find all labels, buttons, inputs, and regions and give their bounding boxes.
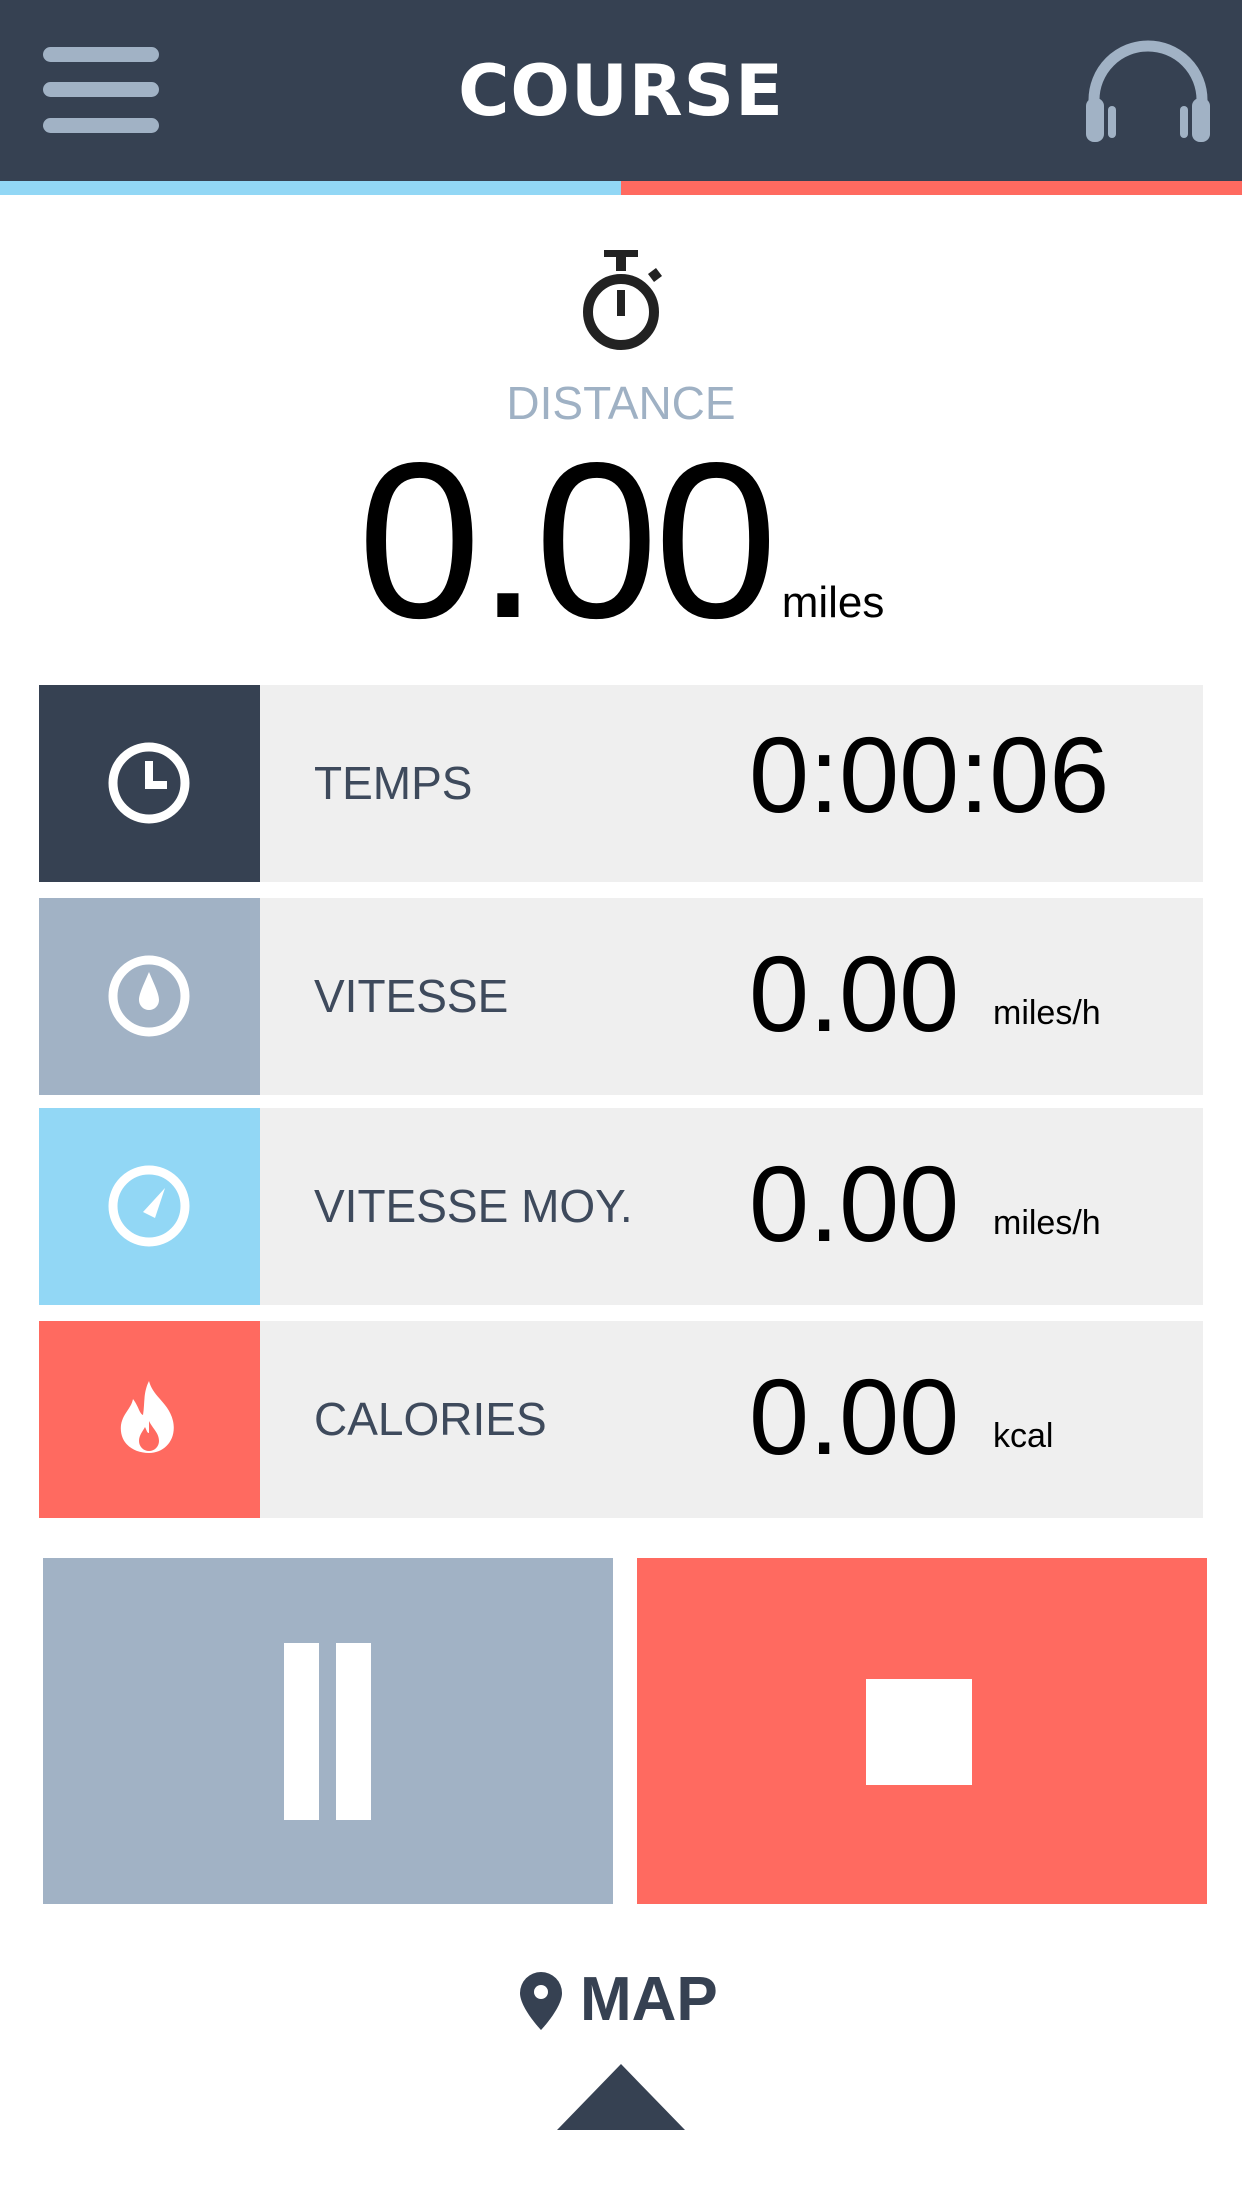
stat-value: 0.00 [749, 1143, 960, 1264]
session-progress-bar [0, 181, 1242, 195]
stat-label: VITESSE [314, 970, 509, 1022]
audio-button[interactable] [1080, 38, 1216, 146]
stat-icon-box [39, 1108, 260, 1305]
stop-icon [866, 1679, 972, 1785]
stat-label: TEMPS [314, 757, 473, 809]
stat-unit: miles/h [993, 1204, 1101, 1242]
stopwatch-icon [583, 250, 662, 350]
distance-unit: miles [781, 578, 885, 627]
droplet-icon [108, 955, 190, 1037]
stat-icon-box [39, 898, 260, 1095]
stat-label: CALORIES [314, 1393, 547, 1445]
headphones-icon [1086, 40, 1210, 142]
chevron-up-icon[interactable] [557, 2064, 685, 2130]
distance-readout: 0.00 miles [0, 430, 1242, 652]
map-label: MAP [580, 1965, 718, 2034]
pause-icon-bar [336, 1643, 371, 1820]
stat-label: VITESSE MOY. [314, 1180, 633, 1232]
stat-value: 0.00 [749, 1356, 960, 1477]
pause-button[interactable] [43, 1558, 613, 1904]
stat-unit: kcal [993, 1417, 1054, 1455]
location-pin-icon [520, 1972, 562, 2030]
page-title: COURSE [458, 50, 784, 132]
stat-icon-box [39, 685, 260, 882]
stat-value: 0.00 [749, 933, 960, 1054]
stat-unit: miles/h [993, 994, 1101, 1032]
pause-icon-bar [284, 1643, 319, 1820]
stat-row-calories: CALORIES 0.00 kcal [39, 1321, 1203, 1518]
stat-row-average-speed: VITESSE MOY. 0.00 miles/h [39, 1108, 1203, 1305]
flame-icon [120, 1381, 174, 1453]
stat-icon-box [39, 1321, 260, 1518]
stat-value: 0:00:06 [749, 714, 1110, 835]
top-bar: COURSE [0, 0, 1242, 181]
speedometer-icon [108, 1165, 190, 1247]
clock-icon [108, 742, 190, 824]
stop-button[interactable] [637, 1558, 1207, 1904]
progress-fill [0, 181, 621, 195]
distance-value: 0.00 [357, 417, 778, 665]
stat-row-speed: VITESSE 0.00 miles/h [39, 898, 1203, 1095]
stat-row-time: TEMPS 0:00:06 [39, 685, 1203, 882]
